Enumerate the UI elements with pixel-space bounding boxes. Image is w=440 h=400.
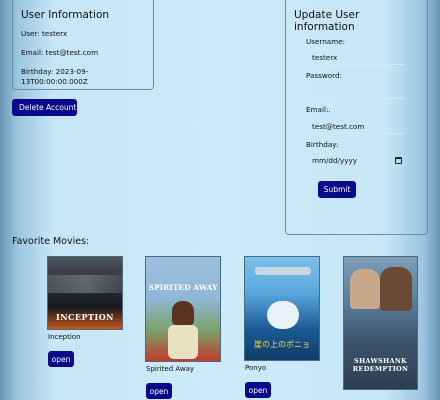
update-form-title: Update User information <box>294 9 360 33</box>
email-line: Email: test@test.com <box>21 48 99 57</box>
email-label: Email:. <box>306 105 331 114</box>
calendar-icon[interactable] <box>395 157 402 164</box>
user-line: User: testerx <box>21 29 68 38</box>
submit-button[interactable]: Submit <box>318 181 356 198</box>
movie-poster: SHAWSHANK REDEMPTION <box>343 256 418 390</box>
password-label: Password: <box>306 71 342 80</box>
favorite-movies-title: Favorite Movies: <box>12 236 90 247</box>
movie-poster: INCEPTION <box>47 256 123 330</box>
username-input[interactable] <box>304 51 404 65</box>
email-input[interactable] <box>304 120 404 134</box>
open-button[interactable]: open <box>48 351 74 367</box>
open-button[interactable]: open <box>245 382 271 398</box>
delete-account-button[interactable]: Delete Account <box>12 99 77 116</box>
birthday-label: Birthday: <box>306 140 339 149</box>
movie-poster: SPIRITED AWAY <box>145 256 221 362</box>
movie-title: Ponyo <box>245 364 267 372</box>
birthday-line: Birthday: 2023-09-13T00:00:00.000Z <box>21 67 89 86</box>
poster-title: 崖の上のポニョ <box>254 340 310 349</box>
poster-title: INCEPTION <box>55 312 114 322</box>
user-information-card: User Information User: testerx Email: te… <box>12 0 154 90</box>
poster-title: SHAWSHANK REDEMPTION <box>352 357 409 373</box>
user-information-title: User Information <box>21 9 110 21</box>
birthday-placeholder: mm/dd/yyyy <box>312 156 357 165</box>
movie-poster: 崖の上のポニョ <box>244 256 320 361</box>
birthday-input[interactable]: mm/dd/yyyy <box>304 154 404 168</box>
movie-title: Inception <box>48 333 81 341</box>
open-button[interactable]: open <box>146 383 172 399</box>
username-label: Username: <box>306 37 346 46</box>
update-user-form: Update User information Username: Passwo… <box>285 0 428 235</box>
movie-title: Spirited Away <box>146 365 195 373</box>
poster-title: SPIRITED AWAY <box>148 283 218 292</box>
password-input[interactable] <box>304 85 404 99</box>
